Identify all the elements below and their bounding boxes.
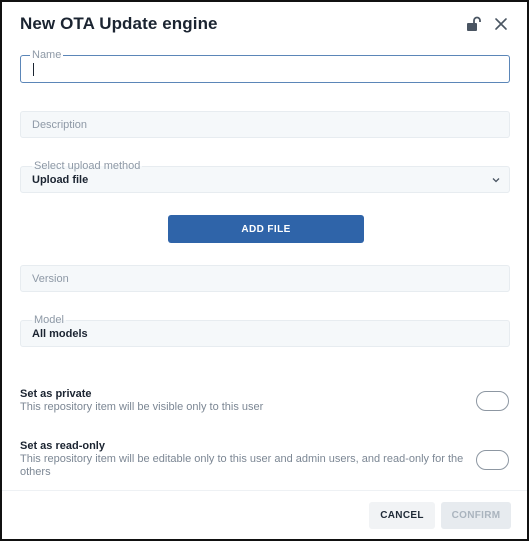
read-only-toggle[interactable]: [476, 450, 509, 470]
description-placeholder: Description: [32, 119, 88, 131]
unlocked-padlock-icon[interactable]: [466, 16, 482, 32]
upload-method-value: Upload file: [32, 174, 89, 186]
close-icon[interactable]: [494, 17, 508, 31]
description-field[interactable]: Description: [20, 111, 510, 138]
name-field[interactable]: Name: [20, 49, 510, 83]
text-caret: [33, 63, 34, 76]
toggle-knob: [479, 394, 492, 407]
version-field[interactable]: Version: [20, 265, 510, 292]
read-only-setting: Set as read-only This repository item wi…: [20, 440, 510, 479]
model-label: Model: [32, 314, 66, 326]
name-field-label: Name: [30, 49, 64, 61]
toggle-knob: [479, 453, 492, 466]
model-select[interactable]: Model All models: [20, 314, 510, 347]
footer-divider: [2, 490, 527, 491]
private-setting-title: Set as private: [20, 388, 92, 400]
version-placeholder: Version: [32, 273, 69, 285]
dialog-header: New OTA Update engine: [2, 2, 527, 48]
private-setting-description: This repository item will be visible onl…: [20, 401, 264, 413]
upload-method-select[interactable]: Select upload method Upload file: [20, 160, 510, 193]
cancel-button[interactable]: CANCEL: [369, 502, 435, 529]
add-file-button[interactable]: ADD FILE: [168, 215, 364, 243]
private-toggle[interactable]: [476, 391, 509, 411]
chevron-down-icon: [492, 178, 500, 183]
model-value: All models: [32, 328, 88, 340]
upload-method-label: Select upload method: [32, 160, 143, 172]
confirm-button[interactable]: CONFIRM: [441, 502, 511, 529]
ota-update-dialog: New OTA Update engine Name Description S…: [0, 0, 529, 541]
read-only-setting-title: Set as read-only: [20, 440, 105, 452]
read-only-setting-description: This repository item will be editable on…: [20, 453, 464, 478]
private-setting: Set as private This repository item will…: [20, 388, 510, 414]
dialog-title: New OTA Update engine: [20, 14, 218, 33]
